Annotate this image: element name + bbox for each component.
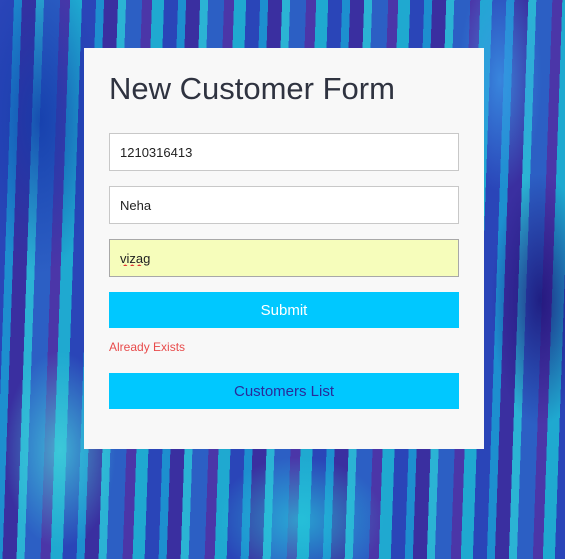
name-field[interactable]: [109, 186, 459, 224]
customers-list-button[interactable]: Customers List: [109, 373, 459, 409]
phone-field[interactable]: [109, 133, 459, 171]
page-title: New Customer Form: [109, 71, 395, 106]
error-message: Already Exists: [109, 340, 186, 354]
customer-form-card: New Customer Form Submit Already Exists …: [84, 48, 484, 449]
submit-button[interactable]: Submit: [109, 292, 459, 328]
city-field[interactable]: [109, 239, 459, 277]
